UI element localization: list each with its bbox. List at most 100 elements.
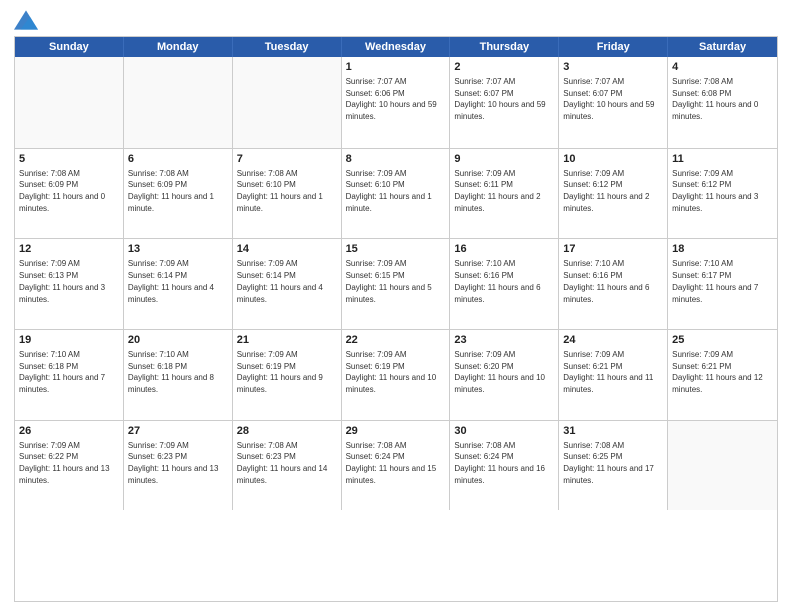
- calendar-row: 1Sunrise: 7:07 AMSunset: 6:06 PMDaylight…: [15, 57, 777, 148]
- daylight-text: Daylight: 11 hours and 3 minutes.: [19, 283, 105, 304]
- calendar-body: 1Sunrise: 7:07 AMSunset: 6:06 PMDaylight…: [15, 57, 777, 601]
- sunrise-text: Sunrise: 7:10 AM: [672, 259, 733, 268]
- day-number: 27: [128, 424, 228, 439]
- day-number: 11: [672, 152, 773, 167]
- sunset-text: Sunset: 6:07 PM: [563, 89, 622, 98]
- sunset-text: Sunset: 6:24 PM: [454, 452, 513, 461]
- calendar-row: 26Sunrise: 7:09 AMSunset: 6:22 PMDayligh…: [15, 420, 777, 511]
- daylight-text: Daylight: 11 hours and 2 minutes.: [563, 192, 649, 213]
- day-number: 23: [454, 333, 554, 348]
- sunset-text: Sunset: 6:10 PM: [237, 180, 296, 189]
- sunset-text: Sunset: 6:20 PM: [454, 362, 513, 371]
- day-number: 8: [346, 152, 446, 167]
- sunset-text: Sunset: 6:09 PM: [128, 180, 187, 189]
- calendar-cell: 7 Sunrise: 7:08 AM Sunset: 6:10 PM Daylight…: [233, 149, 342, 239]
- sunrise-text: Sunrise: 7:07 AM: [454, 77, 515, 86]
- calendar-cell: 22Sunrise: 7:09 AMSunset: 6:19 PMDayligh…: [342, 330, 451, 420]
- sunset-text: Sunset: 6:11 PM: [454, 180, 513, 189]
- sunrise-text: Sunrise: 7:09 AM: [454, 350, 515, 359]
- daylight-text: Daylight: 11 hours and 12 minutes.: [672, 373, 763, 394]
- day-number: 9: [454, 152, 554, 167]
- calendar-row: 5 Sunrise: 7:08 AM Sunset: 6:09 PM Daylight…: [15, 148, 777, 239]
- daylight-text: Daylight: 11 hours and 4 minutes.: [237, 283, 323, 304]
- calendar-cell: 11Sunrise: 7:09 AMSunset: 6:12 PMDayligh…: [668, 149, 777, 239]
- daylight-text: Daylight: 11 hours and 1 minute.: [128, 192, 214, 213]
- day-number: 20: [128, 333, 228, 348]
- sunrise-text: Sunrise: 7:09 AM: [346, 259, 407, 268]
- sunrise-text: Sunrise: 7:10 AM: [454, 259, 515, 268]
- sunset-text: Sunset: 6:12 PM: [563, 180, 622, 189]
- page: SundayMondayTuesdayWednesdayThursdayFrid…: [0, 0, 792, 612]
- day-number: 3: [563, 60, 663, 75]
- header: [14, 10, 778, 30]
- sunset-text: Sunset: 6:23 PM: [237, 452, 296, 461]
- sunrise-text: Sunrise: 7:09 AM: [237, 350, 298, 359]
- sunrise-text: Sunrise: 7:08 AM: [346, 441, 407, 450]
- calendar-cell: 5Sunrise: 7:08 AMSunset: 6:09 PMDaylight…: [15, 149, 124, 239]
- calendar-cell: 13Sunrise: 7:09 AMSunset: 6:14 PMDayligh…: [124, 239, 233, 329]
- calendar-cell: 2Sunrise: 7:07 AMSunset: 6:07 PMDaylight…: [450, 57, 559, 148]
- calendar-cell: 21Sunrise: 7:09 AMSunset: 6:19 PMDayligh…: [233, 330, 342, 420]
- day-number: 14: [237, 242, 337, 257]
- sunrise-text: Sunrise: 7:09 AM: [672, 350, 733, 359]
- sunrise-text: Sunrise: 7:09 AM: [563, 350, 624, 359]
- calendar-cell: 6Sunrise: 7:08 AMSunset: 6:09 PMDaylight…: [124, 149, 233, 239]
- calendar-cell: 4Sunrise: 7:08 AMSunset: 6:08 PMDaylight…: [668, 57, 777, 148]
- weekday-header: Tuesday: [233, 37, 342, 57]
- daylight-text: Daylight: 11 hours and 10 minutes.: [346, 373, 437, 394]
- daylight-text: Daylight: 11 hours and 6 minutes.: [563, 283, 649, 304]
- weekday-header: Friday: [559, 37, 668, 57]
- day-number: 28: [237, 424, 337, 439]
- day-number: 31: [563, 424, 663, 439]
- calendar-cell: 14Sunrise: 7:09 AMSunset: 6:14 PMDayligh…: [233, 239, 342, 329]
- sunrise-text: Sunrise: 7:10 AM: [563, 259, 624, 268]
- daylight-text: Daylight: 11 hours and 4 minutes.: [128, 283, 214, 304]
- sunrise-text: Sunrise: 7:09 AM: [563, 169, 624, 178]
- day-number: 12: [19, 242, 119, 257]
- sunrise-text: Sunrise: 7:07 AM: [346, 77, 407, 86]
- sunset-text: Sunset: 6:07 PM: [454, 89, 513, 98]
- sunrise-text: Sunrise: 7:09 AM: [346, 350, 407, 359]
- sunset-text: Sunset: 6:16 PM: [454, 271, 513, 280]
- calendar-cell: [15, 57, 124, 148]
- sunrise-text: Sunrise: 7:08 AM: [237, 169, 298, 178]
- day-number: 16: [454, 242, 554, 257]
- sunset-text: Sunset: 6:24 PM: [346, 452, 405, 461]
- calendar-cell: [124, 57, 233, 148]
- daylight-text: Daylight: 10 hours and 59 minutes.: [346, 100, 437, 121]
- sunrise-text: Sunrise: 7:09 AM: [19, 441, 80, 450]
- day-number: 7: [237, 152, 337, 167]
- day-number: 5: [19, 152, 119, 167]
- day-number: 18: [672, 242, 773, 257]
- daylight-text: Daylight: 11 hours and 8 minutes.: [128, 373, 214, 394]
- daylight-text: Daylight: 11 hours and 17 minutes.: [563, 464, 654, 485]
- sunrise-text: Sunrise: 7:08 AM: [237, 441, 298, 450]
- calendar-cell: 1Sunrise: 7:07 AMSunset: 6:06 PMDaylight…: [342, 57, 451, 148]
- sunset-text: Sunset: 6:12 PM: [672, 180, 731, 189]
- day-number: 29: [346, 424, 446, 439]
- calendar-cell: 25Sunrise: 7:09 AMSunset: 6:21 PMDayligh…: [668, 330, 777, 420]
- day-number: 26: [19, 424, 119, 439]
- daylight-text: Daylight: 11 hours and 7 minutes.: [672, 283, 758, 304]
- day-number: 19: [19, 333, 119, 348]
- weekday-header: Thursday: [450, 37, 559, 57]
- daylight-text: Daylight: 11 hours and 2 minutes.: [454, 192, 540, 213]
- daylight-text: Daylight: 11 hours and 15 minutes.: [346, 464, 437, 485]
- day-number: 25: [672, 333, 773, 348]
- daylight-text: Daylight: 11 hours and 0 minutes.: [19, 192, 105, 213]
- sunrise-text: Sunrise: 7:07 AM: [563, 77, 624, 86]
- day-number: 22: [346, 333, 446, 348]
- day-number: 24: [563, 333, 663, 348]
- sunset-text: Sunset: 6:14 PM: [237, 271, 296, 280]
- sunset-text: Sunset: 6:18 PM: [128, 362, 187, 371]
- calendar-cell: 18Sunrise: 7:10 AMSunset: 6:17 PMDayligh…: [668, 239, 777, 329]
- daylight-text: Daylight: 11 hours and 1 minute.: [237, 192, 323, 213]
- daylight-text: Daylight: 11 hours and 16 minutes.: [454, 464, 545, 485]
- calendar-cell: 10Sunrise: 7:09 AMSunset: 6:12 PMDayligh…: [559, 149, 668, 239]
- calendar-cell: [233, 57, 342, 148]
- day-number: 13: [128, 242, 228, 257]
- sunset-text: Sunset: 6:25 PM: [563, 452, 622, 461]
- calendar-cell: 20Sunrise: 7:10 AMSunset: 6:18 PMDayligh…: [124, 330, 233, 420]
- calendar-cell: 17Sunrise: 7:10 AMSunset: 6:16 PMDayligh…: [559, 239, 668, 329]
- daylight-text: Daylight: 10 hours and 59 minutes.: [563, 100, 654, 121]
